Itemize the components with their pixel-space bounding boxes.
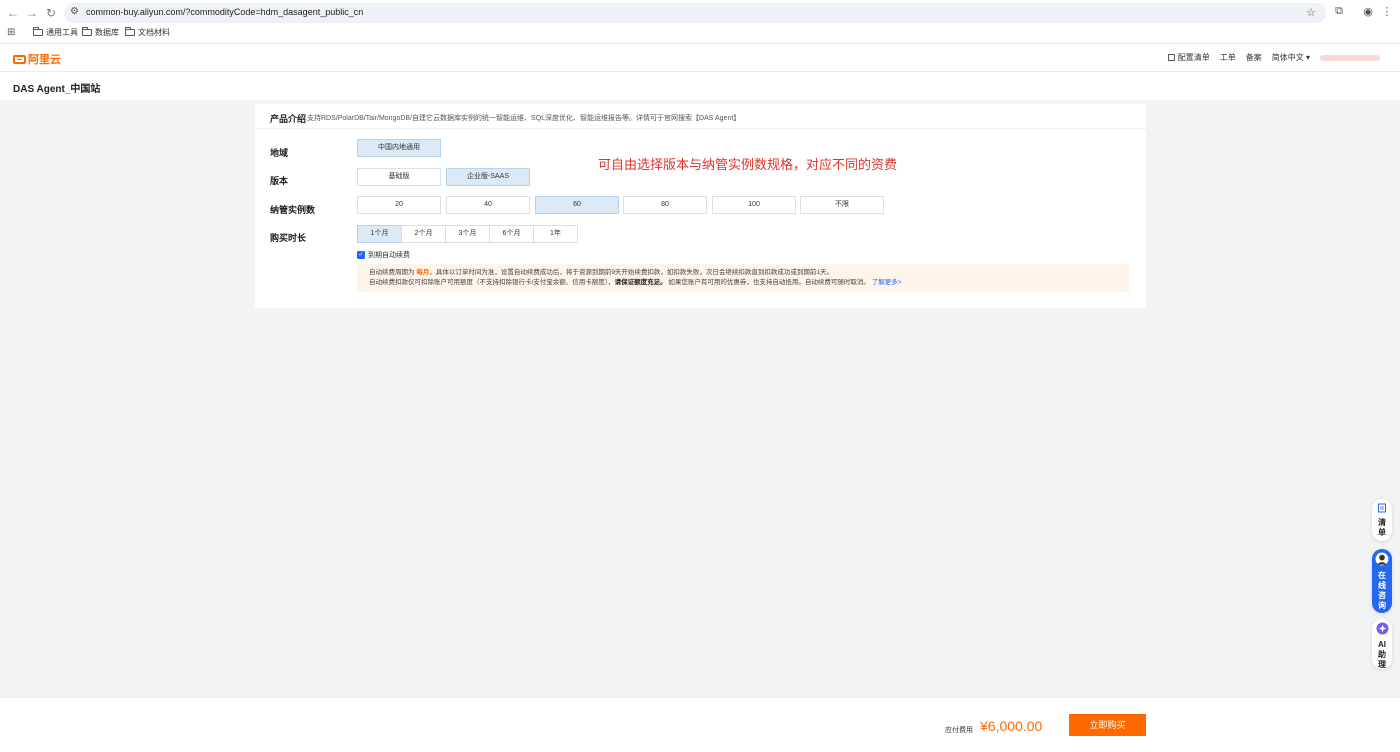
more-menu-icon[interactable]: ⋮ [1380, 5, 1394, 18]
buy-now-button[interactable]: 立即购买 [1069, 714, 1146, 736]
ai-assistant-float-button[interactable]: AI助理 [1372, 619, 1392, 669]
fee-label: 应付费用 [945, 727, 973, 734]
auto-renew-checkbox[interactable]: ✓ 到期自动续费 [357, 250, 410, 260]
aliyun-logo[interactable]: 阿里云 [13, 51, 61, 67]
duration-option[interactable]: 2个月 [401, 225, 446, 243]
list-icon [1167, 54, 1175, 61]
list-icon [1378, 503, 1386, 513]
instances-option[interactable]: 100 [712, 196, 796, 214]
cart-label: 清单 [1378, 518, 1386, 537]
bookmark-folder[interactable]: 数据库 [82, 27, 119, 38]
bookmarks-bar: ⊞ 通用工具 数据库 文档材料 [0, 26, 1400, 42]
intro-description: 支持RDS/PolarDB/Tair/MongoDB/自建它云数据库实例的统一智… [307, 115, 741, 122]
intro-title: 产品介绍 [270, 114, 307, 124]
version-option-enterprise[interactable]: 企业版-SAAS [446, 168, 530, 186]
url-text[interactable]: common-buy.aliyun.com/?commodityCode=hdm… [86, 7, 363, 17]
config-list-link[interactable]: 配置清单 [1167, 52, 1210, 63]
folder-icon [33, 27, 43, 36]
checkmark-icon: ✓ [357, 251, 365, 259]
product-intro: 产品介绍 支持RDS/PolarDB/Tair/MongoDB/自建它云数据库实… [255, 104, 1146, 129]
apps-grid-icon[interactable]: ⊞ [7, 27, 15, 38]
version-option-basic[interactable]: 基础版 [357, 168, 441, 186]
duration-option[interactable]: 1年 [533, 225, 578, 243]
ticket-link[interactable]: 工单 [1220, 52, 1236, 63]
bookmark-star-icon[interactable]: ☆ [1306, 6, 1316, 19]
instances-option[interactable]: 20 [357, 196, 441, 214]
caret-down-icon: ▾ [1305, 53, 1310, 62]
ai-spark-icon [1376, 622, 1388, 635]
bookmark-folder[interactable]: 通用工具 [33, 27, 78, 38]
duration-option[interactable]: 1个月 [357, 225, 402, 243]
reload-icon[interactable]: ↻ [43, 5, 59, 21]
instances-option[interactable]: 60 [535, 196, 619, 214]
address-bar[interactable]: ⚙ common-buy.aliyun.com/?commodityCode=h… [64, 3, 1326, 23]
version-label: 版本 [270, 176, 289, 186]
browser-chrome: ← → ↻ ⚙ common-buy.aliyun.com/?commodity… [0, 0, 1400, 44]
aliyun-logo-icon [13, 54, 26, 64]
extensions-icon[interactable]: ⧉ [1332, 5, 1346, 18]
instances-label: 纳管实例数 [270, 205, 316, 215]
folder-icon [82, 27, 92, 36]
site-header: 阿里云 配置清单 工单 备案 简体中文 ▾ [0, 44, 1400, 72]
back-arrow-icon[interactable]: ← [5, 5, 21, 21]
instances-option[interactable]: 80 [623, 196, 707, 214]
forward-arrow-icon[interactable]: → [24, 5, 40, 21]
auto-renew-tip: 自动续费周期为 每月，具体以订单时间为准，设置自动续费成功后，将于资源到期前9天… [357, 264, 1129, 292]
pricing-annotation: 可自由选择版本与纳管实例数规格，对应不同的资费 [598, 158, 898, 173]
ai-label: AI助理 [1378, 640, 1386, 669]
tip-line-2: 自动续费扣款仅可扣除账户可用额度（不支持扣除银行卡/支付宝余额、信用卡额度），请… [369, 279, 902, 286]
duration-option[interactable]: 6个月 [489, 225, 534, 243]
folder-icon [125, 27, 135, 36]
bookmark-folder[interactable]: 文档材料 [125, 27, 170, 38]
instances-option[interactable]: 不限 [800, 196, 884, 214]
filing-link[interactable]: 备案 [1246, 52, 1262, 63]
agent-avatar-icon [1375, 552, 1389, 566]
top-nav: 配置清单 工单 备案 简体中文 ▾ [1167, 52, 1380, 63]
duration-label: 购买时长 [270, 233, 307, 243]
checkout-footer: 应付费用 ¥6,000.00 立即购买 [0, 697, 1400, 752]
language-select[interactable]: 简体中文 ▾ [1272, 52, 1310, 63]
consult-float-button[interactable]: 在线咨询 [1372, 549, 1392, 613]
region-option[interactable]: 中国内地通用 [357, 139, 441, 157]
site-settings-icon[interactable]: ⚙ [70, 6, 79, 17]
fee-value: ¥6,000.00 [980, 718, 1043, 734]
tip-line-1: 自动续费周期为 每月，具体以订单时间为准，设置自动续费成功后，将于资源到期前9天… [369, 269, 834, 276]
purchase-card: 产品介绍 支持RDS/PolarDB/Tair/MongoDB/自建它云数据库实… [255, 104, 1146, 308]
learn-more-link[interactable]: 了解更多> [872, 279, 902, 286]
region-label: 地域 [270, 148, 289, 158]
page-title-bar: DAS Agent_中国站 [0, 72, 1400, 100]
user-account[interactable] [1320, 54, 1380, 61]
profile-icon[interactable]: ◉ [1361, 5, 1375, 18]
consult-label: 在线咨询 [1378, 571, 1386, 610]
page-title: DAS Agent_中国站 [13, 84, 101, 95]
instances-option[interactable]: 40 [446, 196, 530, 214]
duration-option[interactable]: 3个月 [445, 225, 490, 243]
cart-float-button[interactable]: 清单 [1372, 499, 1392, 541]
